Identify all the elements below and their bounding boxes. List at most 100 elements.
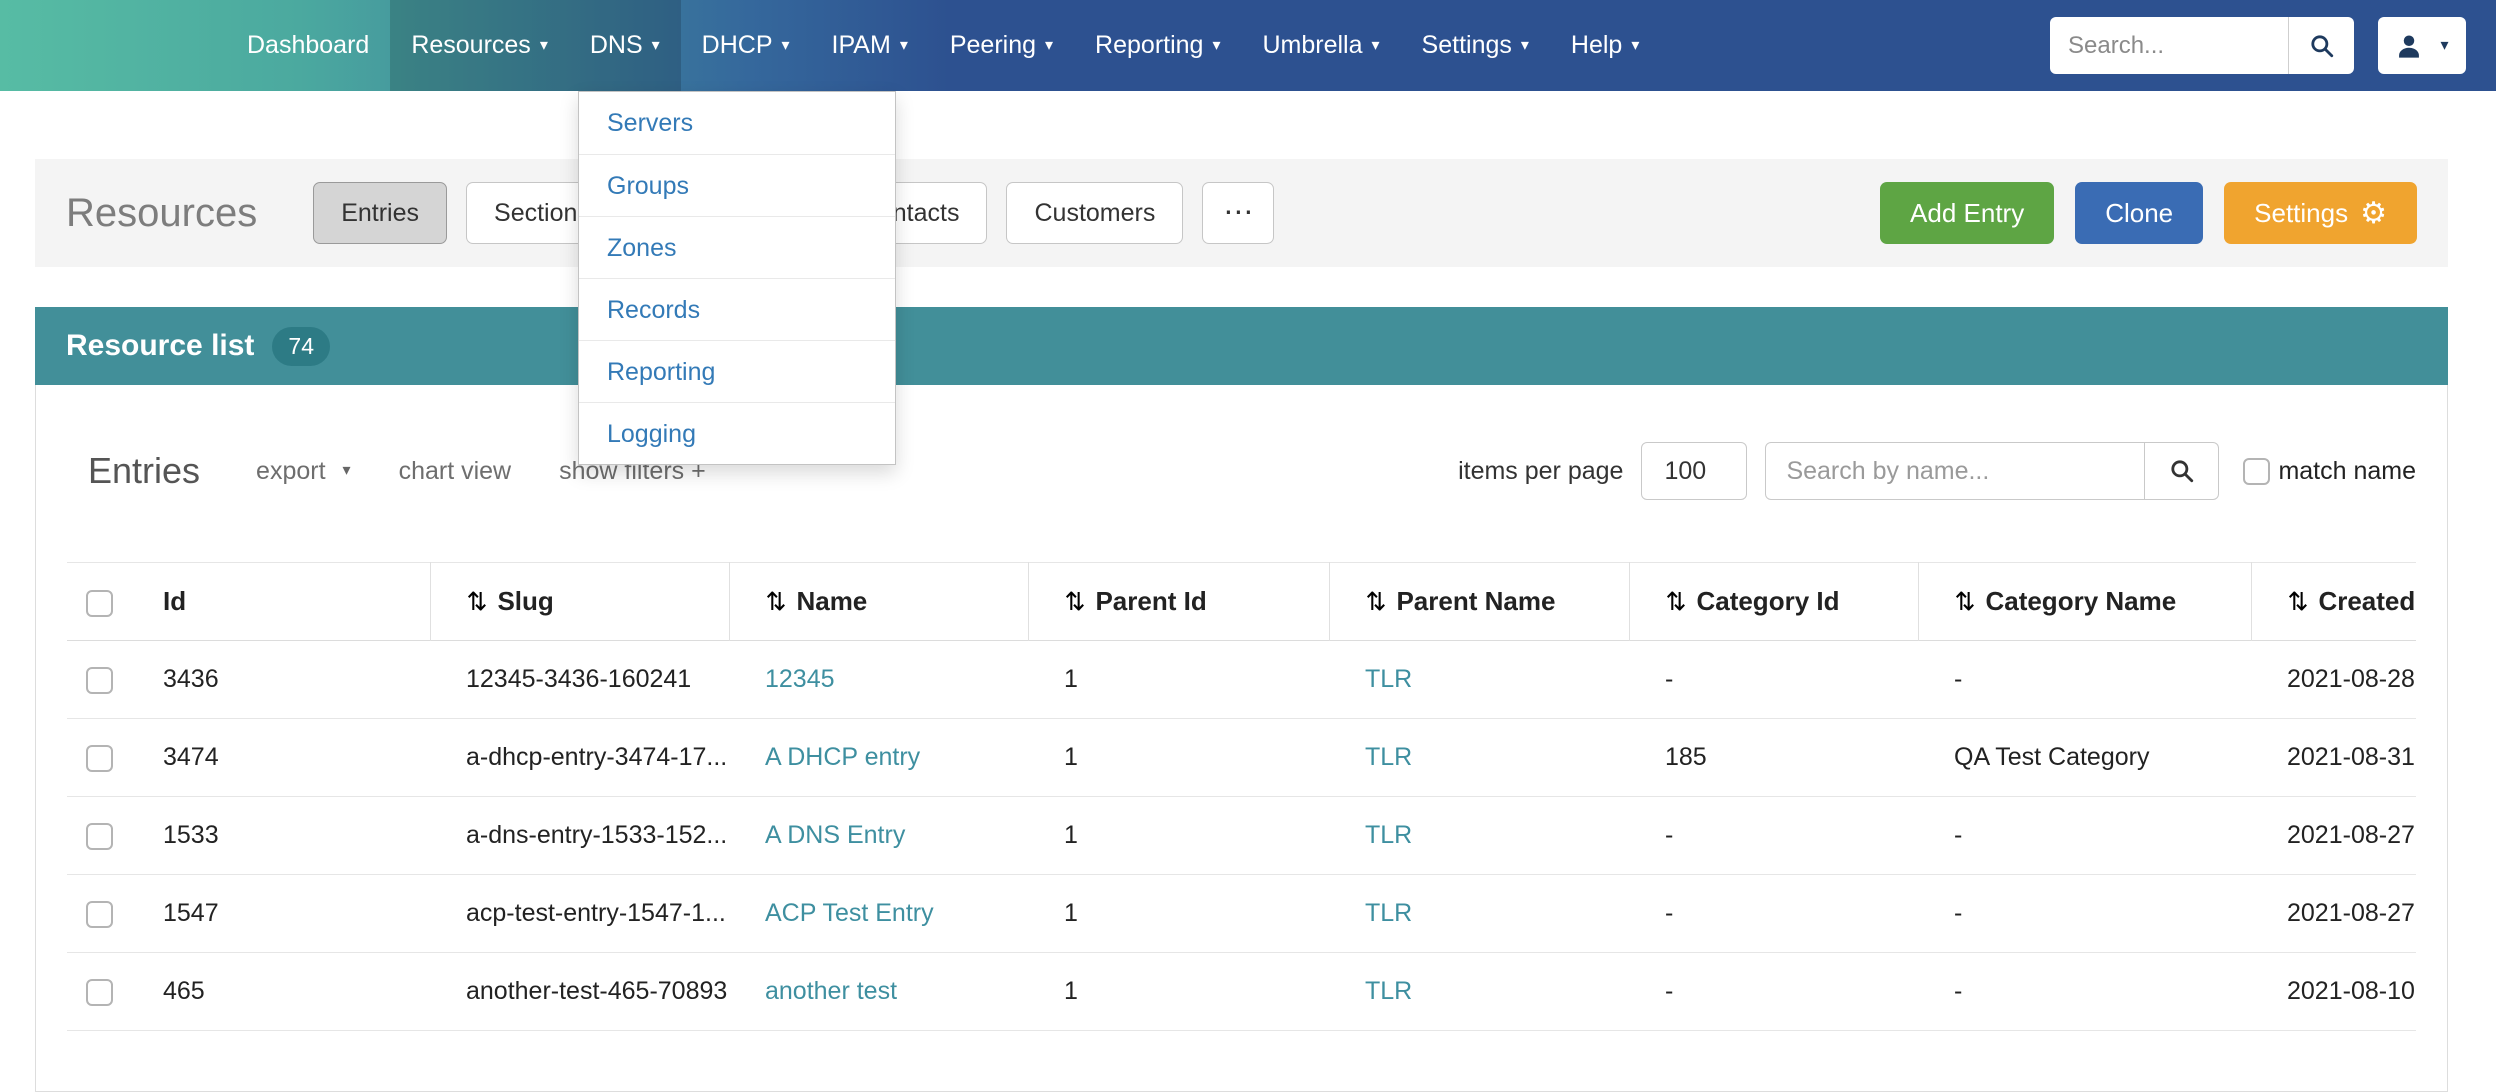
nav-item[interactable]: Reporting ▾	[1074, 0, 1241, 91]
cell-parent-name: TLR	[1329, 719, 1629, 797]
menu-item[interactable]: Servers	[579, 92, 895, 154]
nav-item[interactable]: Settings ▾	[1401, 0, 1550, 91]
nav-item[interactable]: Umbrella ▾	[1241, 0, 1400, 91]
nav-item[interactable]: Dashboard ▾	[226, 0, 390, 91]
nav-item-label: Umbrella	[1262, 31, 1362, 60]
nav-item-label: Settings	[1422, 31, 1512, 60]
row-checkbox[interactable]	[86, 901, 113, 928]
name-search-group	[1765, 442, 2219, 500]
nav-item-label: DHCP	[702, 31, 773, 60]
cell-created: 2021-08-27 01	[2251, 875, 2416, 953]
nav-item-label: DNS	[590, 31, 643, 60]
entry-name-link[interactable]: A DNS Entry	[765, 821, 905, 849]
nav-item[interactable]: Peering ▾	[929, 0, 1074, 91]
table-row: 3474 a-dhcp-entry-3474-17... A DHCP entr…	[67, 719, 2416, 797]
name-search-input[interactable]	[1765, 442, 2145, 500]
settings-button[interactable]: Settings ⚙	[2224, 182, 2417, 244]
navbar-right: ▾	[2050, 0, 2496, 91]
page-title: Resources	[66, 191, 257, 236]
nav-item-label: Resources	[411, 31, 531, 60]
cell-category-name: -	[1918, 641, 2251, 719]
column-header[interactable]: ⇅Name	[729, 563, 1028, 641]
table-row: 1533 a-dns-entry-1533-152... A DNS Entry…	[67, 797, 2416, 875]
nav-item-label: IPAM	[832, 31, 891, 60]
panel-body: Entries export ▾ chart view show filters…	[35, 385, 2448, 1092]
row-checkbox[interactable]	[86, 823, 113, 850]
name-search-button[interactable]	[2145, 442, 2219, 500]
column-header[interactable]: ⇅ Slug	[430, 563, 729, 641]
add-entry-button[interactable]: Add Entry	[1880, 182, 2054, 244]
search-button[interactable]	[2288, 17, 2354, 74]
items-per-page-label: items per page	[1458, 457, 1623, 486]
row-select-cell	[67, 875, 127, 953]
tab-button[interactable]: Customers	[1006, 182, 1183, 244]
entry-name-link[interactable]: ACP Test Entry	[765, 899, 934, 927]
search-input[interactable]	[2050, 17, 2288, 74]
export-label: export	[256, 457, 325, 486]
menu-item[interactable]: Records	[579, 278, 895, 340]
items-per-page-input[interactable]	[1641, 442, 1747, 500]
match-name-checkbox[interactable]	[2243, 458, 2270, 485]
chevron-down-icon: ▾	[2440, 38, 2448, 54]
row-select-cell	[67, 719, 127, 797]
column-header[interactable]: ⇅Category Name	[1918, 563, 2251, 641]
global-search	[2050, 17, 2354, 74]
count-badge: 74	[272, 327, 330, 366]
entries-table: ⇅Id ⇅Slug ⇅Name ⇅Parent	[67, 562, 2416, 1031]
dns-dropdown-menu: Servers Groups Zones Records Reporting L…	[578, 91, 896, 465]
export-menu[interactable]: export ▾	[256, 457, 351, 486]
column-header[interactable]: ⇅Parent Id	[1028, 563, 1329, 641]
nav-item[interactable]: DHCP ▾	[681, 0, 811, 91]
parent-name-link[interactable]: TLR	[1365, 665, 1412, 693]
page-actions: Add Entry Clone Settings ⚙	[1880, 182, 2417, 244]
column-header[interactable]: ⇅Parent Name	[1329, 563, 1629, 641]
resource-list-panel: Resource list 74 Entries export ▾ chart …	[35, 307, 2448, 1092]
row-checkbox[interactable]	[86, 667, 113, 694]
select-all-checkbox[interactable]	[86, 590, 113, 617]
sort-icon: ⇅	[1366, 588, 1387, 616]
menu-item[interactable]: Zones	[579, 216, 895, 278]
parent-name-link[interactable]: TLR	[1365, 977, 1412, 1005]
cell-parent-name: TLR	[1329, 797, 1629, 875]
cell-id: 1547	[127, 875, 430, 953]
chevron-down-icon: ▾	[1631, 38, 1639, 54]
user-menu-button[interactable]: ▾	[2378, 17, 2466, 74]
nav-item[interactable]: Resources ▾	[390, 0, 569, 91]
column-label: Id	[163, 586, 186, 616]
column-header[interactable]: ⇅Created	[2251, 563, 2416, 641]
cell-category-id: -	[1629, 953, 1918, 1031]
tab-button[interactable]: ⋯	[1202, 182, 1274, 244]
row-checkbox[interactable]	[86, 745, 113, 772]
column-header[interactable]: ⇅Id	[127, 563, 430, 641]
chevron-down-icon: ▾	[1212, 38, 1220, 54]
parent-name-link[interactable]: TLR	[1365, 821, 1412, 849]
entry-name-link[interactable]: 12345	[765, 665, 835, 693]
nav-item[interactable]: Help ▾	[1550, 0, 1660, 91]
cell-name: ACP Test Entry	[729, 875, 1028, 953]
nav-item[interactable]: DNS ▾	[569, 0, 681, 91]
entries-toolbar: Entries export ▾ chart view show filters…	[67, 430, 2416, 512]
parent-name-link[interactable]: TLR	[1365, 899, 1412, 927]
row-checkbox[interactable]	[86, 979, 113, 1006]
main-menu: Dashboard ▾ Resources ▾ DNS ▾ DHCP ▾ IPA…	[0, 0, 1660, 91]
clone-button[interactable]: Clone	[2075, 182, 2203, 244]
tab-button[interactable]: Entries	[313, 182, 447, 244]
column-header[interactable]: ⇅Category Id	[1629, 563, 1918, 641]
column-label: Slug	[497, 586, 553, 616]
parent-name-link[interactable]: TLR	[1365, 743, 1412, 771]
cell-category-id: -	[1629, 641, 1918, 719]
nav-item[interactable]: IPAM ▾	[811, 0, 929, 91]
sort-icon: ⇅	[766, 588, 787, 616]
chevron-down-icon: ▾	[1521, 38, 1529, 54]
sort-icon: ⇅	[467, 588, 488, 616]
menu-item[interactable]: Groups	[579, 154, 895, 216]
row-select-cell	[67, 953, 127, 1031]
cell-slug: a-dhcp-entry-3474-17...	[430, 719, 729, 797]
entry-name-link[interactable]: A DHCP entry	[765, 743, 920, 771]
menu-item[interactable]: Logging	[579, 402, 895, 464]
chart-view-link[interactable]: chart view	[399, 457, 512, 486]
menu-item[interactable]: Reporting	[579, 340, 895, 402]
cell-created: 2021-08-27 01	[2251, 797, 2416, 875]
entry-name-link[interactable]: another test	[765, 977, 897, 1005]
entries-title: Entries	[88, 450, 200, 492]
